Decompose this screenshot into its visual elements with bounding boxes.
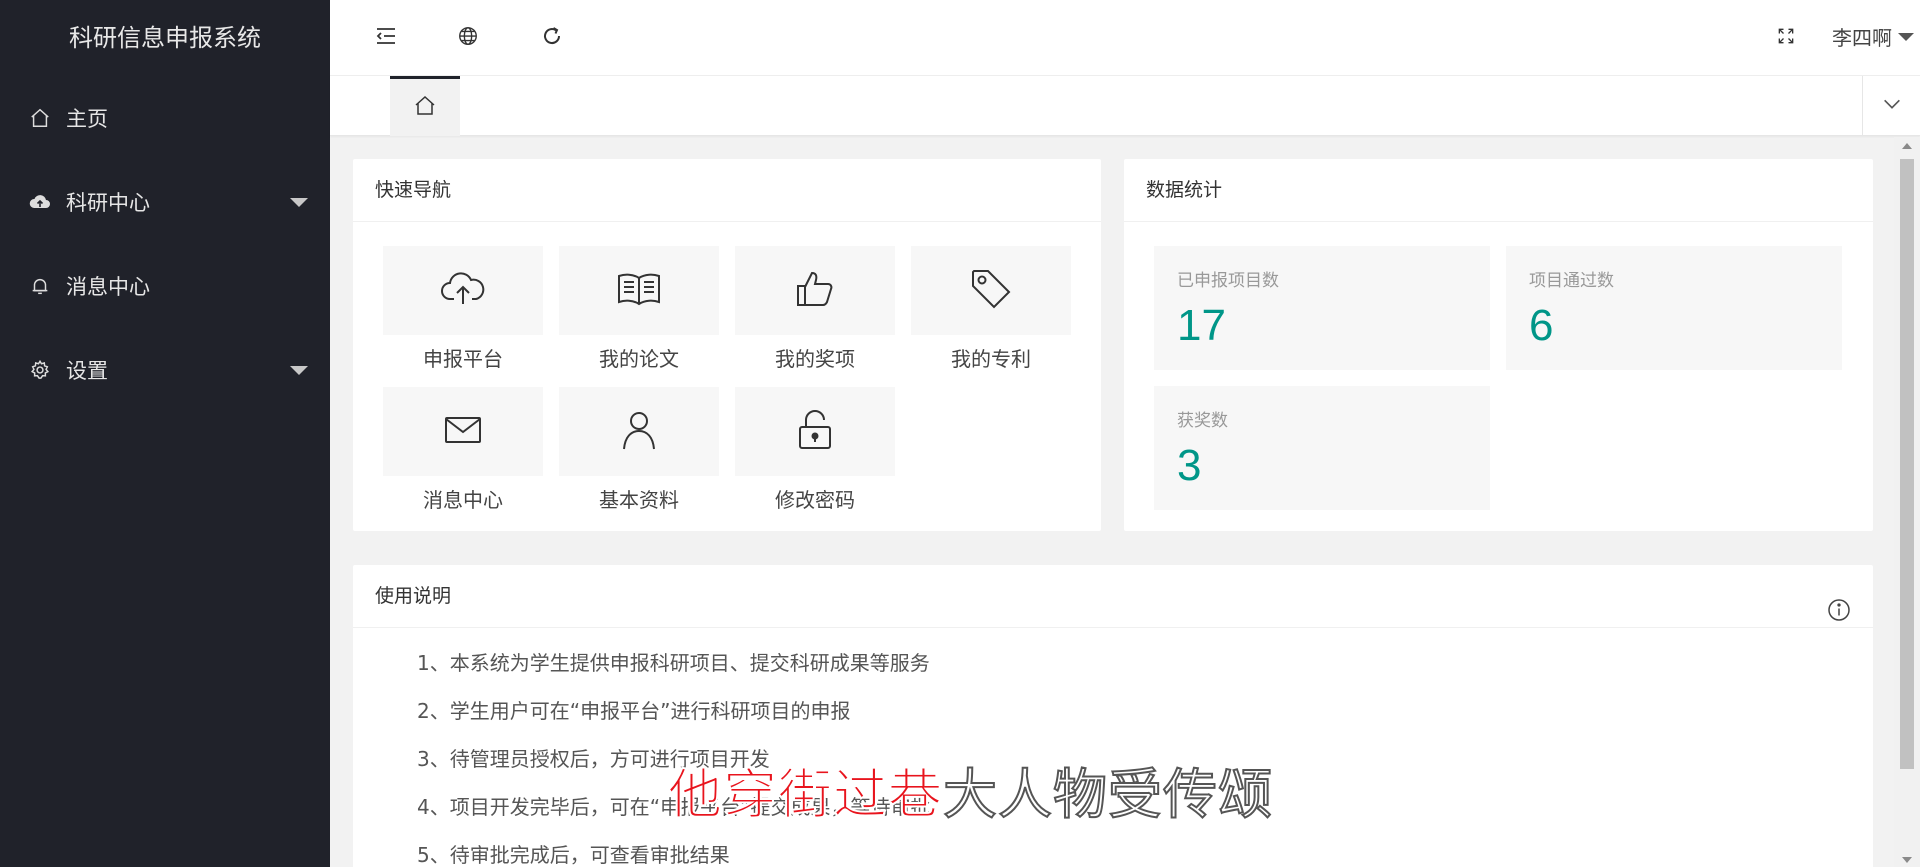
quick-nav-label: 我的奖项 — [775, 347, 855, 371]
top-header: 李四啊 — [330, 0, 1920, 76]
cloud-upload-icon — [440, 269, 486, 313]
sidebar-item-home[interactable]: 主页 — [0, 76, 330, 160]
user-name: 李四啊 — [1832, 26, 1892, 50]
video-subtitle: 他穿街过巷大人物受传颂 — [667, 750, 1273, 829]
page-scrollbar[interactable] — [1894, 137, 1920, 867]
app-title: 科研信息申报系统 — [69, 24, 261, 52]
scroll-thumb[interactable] — [1900, 159, 1914, 769]
sidebar-item-label: 消息中心 — [66, 275, 150, 299]
menu-collapse-button[interactable] — [372, 24, 400, 52]
subtitle-highlighted: 他穿街过巷 — [667, 762, 943, 827]
quick-nav-messages[interactable]: 消息中心 — [383, 387, 543, 513]
stat-declared-projects: 已申报项目数 17 — [1154, 246, 1490, 370]
home-icon — [28, 106, 52, 130]
quick-nav-label: 修改密码 — [775, 488, 855, 512]
tab-more-button[interactable] — [1862, 76, 1920, 136]
instructions-body: 1、本系统为学生提供申报科研项目、提交科研成果等服务 2、学生用户可在“申报平台… — [353, 628, 1873, 867]
sidebar-item-settings[interactable]: 设置 — [0, 328, 330, 412]
sidebar-item-label: 设置 — [66, 359, 108, 383]
quick-nav-label: 我的论文 — [599, 347, 679, 371]
menu-collapse-icon — [374, 24, 398, 52]
fullscreen-icon — [1776, 26, 1796, 50]
stats-card: 数据统计 已申报项目数 17 项目通过数 6 获奖数 3 — [1124, 159, 1873, 531]
sidebar-item-label: 科研中心 — [66, 191, 150, 215]
caret-down-icon — [290, 366, 308, 375]
quick-nav-patents[interactable]: 我的专利 — [911, 246, 1071, 372]
gear-icon — [28, 358, 52, 382]
instructions-title-bar: 使用说明 — [353, 565, 1873, 628]
fullscreen-button[interactable] — [1772, 24, 1800, 52]
quick-nav-change-password[interactable]: 修改密码 — [735, 387, 895, 513]
cloud-icon — [28, 190, 52, 214]
mail-icon — [443, 415, 483, 449]
home-icon — [413, 94, 437, 122]
stat-value: 3 — [1177, 441, 1202, 490]
stat-awards: 获奖数 3 — [1154, 386, 1490, 510]
language-button[interactable] — [454, 24, 482, 52]
user-icon — [621, 409, 657, 455]
sidebar-item-research[interactable]: 科研中心 — [0, 160, 330, 244]
book-icon — [615, 270, 663, 312]
bell-icon — [28, 274, 52, 298]
quick-nav-awards[interactable]: 我的奖项 — [735, 246, 895, 372]
tab-bar — [330, 76, 1920, 136]
stat-value: 17 — [1177, 301, 1226, 350]
quick-nav-title: 快速导航 — [353, 159, 1101, 222]
chevron-down-icon — [1881, 93, 1903, 119]
refresh-button[interactable] — [538, 24, 566, 52]
instruction-line: 2、学生用户可在“申报平台”进行科研项目的申报 — [417, 699, 851, 723]
quick-nav-declare[interactable]: 申报平台 — [383, 246, 543, 372]
quick-nav-papers[interactable]: 我的论文 — [559, 246, 719, 372]
quick-nav-card: 快速导航 申报平台 我的论文 我的奖项 我的专利 消息中心 基本资料 修改密码 — [353, 159, 1101, 531]
instructions-title: 使用说明 — [375, 585, 452, 607]
tag-icon — [968, 266, 1014, 316]
stat-value: 6 — [1529, 301, 1554, 350]
sidebar: 科研信息申报系统 主页 科研中心 消息中心 设置 — [0, 0, 330, 867]
scroll-down-arrow[interactable] — [1902, 857, 1912, 863]
info-icon[interactable] — [1827, 585, 1851, 621]
quick-nav-profile[interactable]: 基本资料 — [559, 387, 719, 513]
unlock-icon — [797, 409, 833, 455]
stat-label: 获奖数 — [1177, 411, 1228, 431]
globe-icon — [457, 25, 479, 51]
quick-nav-label: 消息中心 — [423, 488, 503, 512]
caret-down-icon — [290, 198, 308, 207]
stat-label: 项目通过数 — [1529, 271, 1614, 291]
user-menu[interactable]: 李四啊 — [1832, 22, 1914, 51]
instruction-line: 5、待审批完成后，可查看审批结果 — [417, 843, 730, 867]
quick-nav-label: 我的专利 — [951, 347, 1031, 371]
sidebar-item-messages[interactable]: 消息中心 — [0, 244, 330, 328]
thumbs-up-icon — [794, 269, 836, 313]
scroll-up-arrow[interactable] — [1902, 143, 1912, 149]
quick-nav-label: 申报平台 — [423, 347, 503, 371]
caret-down-icon — [1898, 32, 1914, 41]
refresh-icon — [540, 24, 564, 52]
instruction-line: 1、本系统为学生提供申报科研项目、提交科研成果等服务 — [417, 651, 930, 675]
stat-label: 已申报项目数 — [1177, 271, 1279, 291]
sidebar-item-label: 主页 — [66, 107, 108, 131]
tab-home[interactable] — [390, 76, 460, 136]
stats-title: 数据统计 — [1124, 159, 1873, 222]
quick-nav-label: 基本资料 — [599, 488, 679, 512]
subtitle-rest: 大人物受传颂 — [942, 762, 1273, 827]
stat-approved-projects: 项目通过数 6 — [1506, 246, 1842, 370]
